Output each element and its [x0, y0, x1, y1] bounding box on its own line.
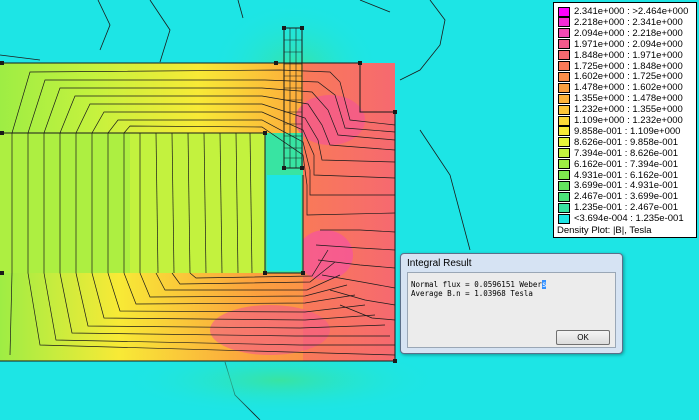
legend-entry: 1.971e+000 : 2.094e+000 [558, 39, 683, 50]
integral-result-dialog[interactable]: Integral Result Normal flux = 0.0596151 … [400, 253, 623, 354]
legend-label: 1.478e+000 : 1.602e+000 [574, 82, 683, 94]
legend-swatch [558, 159, 570, 170]
legend-entry: 6.162e-001 : 7.394e-001 [558, 159, 678, 170]
legend-label: 2.467e-001 : 3.699e-001 [574, 191, 679, 203]
legend-swatch [558, 93, 570, 104]
ok-button[interactable]: OK [556, 330, 610, 345]
legend-entry: 1.478e+000 : 1.602e+000 [558, 82, 683, 93]
legend-swatch [558, 115, 570, 126]
legend-swatch [558, 6, 570, 17]
legend-swatch [558, 17, 570, 28]
legend-label: 1.848e+000 : 1.971e+000 [574, 49, 683, 61]
legend-entry: 1.232e+000 : 1.355e+000 [558, 104, 683, 115]
legend-swatch [558, 202, 570, 213]
legend-swatch [558, 191, 570, 202]
legend-entry: 9.858e-001 : 1.109e+000 [558, 126, 680, 137]
legend-label: 1.602e+000 : 1.725e+000 [574, 71, 683, 83]
legend-swatch [558, 213, 570, 224]
legend-swatch [558, 61, 570, 71]
legend-label: 8.626e-001 : 9.858e-001 [574, 136, 679, 148]
dialog-content: Normal flux = 0.0596151 Webers Average B… [407, 272, 616, 348]
legend-label: 1.232e+000 : 1.355e+000 [574, 104, 683, 116]
legend-entry: 2.341e+000 : >2.464e+000 [558, 6, 688, 17]
legend-entry: 1.235e-001 : 2.467e-001 [558, 202, 678, 213]
legend-swatch [558, 126, 570, 137]
legend-label: 2.094e+000 : 2.218e+000 [574, 27, 683, 39]
legend-swatch [558, 148, 570, 159]
legend-swatch [558, 82, 570, 93]
legend-swatch [558, 71, 570, 82]
normal-flux-line: Normal flux = 0.0596151 Weber [411, 280, 542, 289]
legend-label: 1.235e-001 : 2.467e-001 [574, 202, 679, 214]
legend-caption: Density Plot: |B|, Tesla [557, 225, 652, 236]
legend-label: 1.971e+000 : 2.094e+000 [574, 38, 683, 50]
selected-text: s [541, 280, 547, 289]
core-left-block-shade [0, 133, 130, 273]
legend-label: 3.699e-001 : 4.931e-001 [574, 180, 679, 192]
legend-entry: <3.694e-004 : 1.235e-001 [558, 213, 684, 224]
pink-hotspot-corner [295, 95, 365, 145]
legend-label: 4.931e-001 : 6.162e-001 [574, 169, 679, 181]
legend-swatch [558, 104, 570, 115]
pink-hotspot-bottom [210, 305, 330, 355]
legend-entry: 2.467e-001 : 3.699e-001 [558, 191, 678, 202]
legend-entry: 2.218e+000 : 2.341e+000 [558, 17, 683, 28]
legend-swatch [558, 39, 570, 50]
legend-entry: 4.931e-001 : 6.162e-001 [558, 170, 678, 181]
legend-swatch [558, 50, 570, 61]
legend-entry: 1.602e+000 : 1.725e+000 [558, 71, 683, 82]
legend-label: 1.109e+000 : 1.232e+000 [574, 115, 683, 126]
legend-label: 9.858e-001 : 1.109e+000 [574, 125, 681, 137]
air-window-inner [267, 175, 301, 271]
legend-label: 2.218e+000 : 2.341e+000 [574, 16, 683, 28]
average-bn-line: Average B.n = 1.03968 Tesla [411, 289, 533, 298]
legend-swatch [558, 170, 570, 180]
legend-entry: 1.109e+000 : 1.232e+000 [558, 115, 683, 126]
legend-entry: 1.848e+000 : 1.971e+000 [558, 50, 683, 61]
legend-entry: 1.725e+000 : 1.848e+000 [558, 61, 683, 72]
legend-entry: 8.626e-001 : 9.858e-001 [558, 137, 678, 148]
legend-swatch [558, 28, 570, 39]
legend-label: <3.694e-004 : 1.235e-001 [574, 213, 684, 225]
legend-label: 6.162e-001 : 7.394e-001 [574, 158, 679, 170]
dialog-title: Integral Result [407, 258, 472, 269]
legend-entry: 2.094e+000 : 2.218e+000 [558, 28, 683, 39]
legend-entry: 7.394e-001 : 8.626e-001 [558, 148, 678, 159]
legend-label: 7.394e-001 : 8.626e-001 [574, 147, 679, 159]
legend-label: 1.355e+000 : 1.478e+000 [574, 93, 683, 105]
legend-entry: 3.699e-001 : 4.931e-001 [558, 180, 678, 191]
density-legend: 2.341e+000 : >2.464e+000 2.218e+000 : 2.3… [553, 2, 697, 238]
legend-label: 2.341e+000 : >2.464e+000 [574, 6, 689, 17]
legend-label: 1.725e+000 : 1.848e+000 [574, 60, 683, 72]
legend-entry: 1.355e+000 : 1.478e+000 [558, 93, 683, 104]
result-text[interactable]: Normal flux = 0.0596151 Webers Average B… [411, 280, 547, 298]
legend-swatch [558, 137, 570, 148]
legend-swatch [558, 180, 570, 191]
